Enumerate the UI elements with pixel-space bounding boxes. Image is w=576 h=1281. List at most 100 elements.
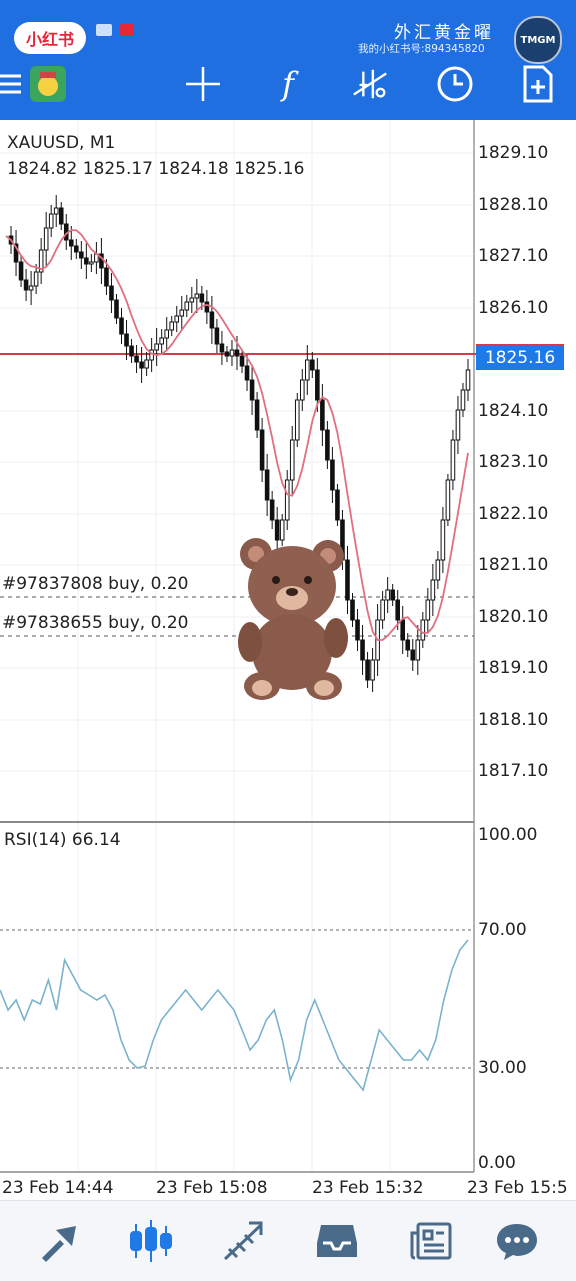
price-tick: 1827.10 <box>478 246 549 266</box>
teddy-bear-sticker <box>238 538 348 700</box>
candle-body <box>289 439 295 481</box>
chart-symbol: XAUUSD, M1 <box>7 133 116 153</box>
account-icon[interactable] <box>28 62 68 106</box>
new-order-icon[interactable] <box>518 62 558 106</box>
rsi-tick: 70.00 <box>478 920 527 940</box>
price-tick: 1818.10 <box>478 710 549 730</box>
rsi-tick: 30.00 <box>478 1058 527 1078</box>
time-tick: 23 Feb 15:5 <box>467 1178 568 1198</box>
candle-body <box>134 355 139 363</box>
chat-icon[interactable] <box>494 1218 540 1264</box>
news-icon[interactable] <box>408 1218 454 1264</box>
watermark-subtitle: 我的小红书号:894345820 <box>358 43 485 55</box>
candle-body <box>119 317 124 335</box>
price-tick: 1819.10 <box>478 658 549 678</box>
candle-body <box>460 389 466 411</box>
candle-body <box>114 299 119 319</box>
price-tick: 1821.10 <box>478 555 549 575</box>
candle-body <box>390 589 395 601</box>
candle-body <box>104 267 109 287</box>
candle-body <box>405 639 411 651</box>
candle-body <box>84 257 89 265</box>
candle-body <box>284 479 290 521</box>
candle-body <box>89 261 94 265</box>
candle-body <box>440 519 446 561</box>
price-tick: 1829.10 <box>478 143 549 163</box>
candle-body <box>330 459 335 491</box>
price-tick: 1828.10 <box>478 195 549 215</box>
candle-body <box>239 355 245 367</box>
candle-body <box>320 399 325 431</box>
price-tick: 1824.10 <box>478 401 549 421</box>
candle-body <box>209 311 215 329</box>
candle-body <box>129 345 134 357</box>
bottom-navigation <box>0 1200 576 1281</box>
trade-icon[interactable] <box>220 1218 266 1264</box>
candle-body <box>68 239 74 247</box>
chart-icon[interactable] <box>128 1218 174 1264</box>
candle-body <box>335 489 340 521</box>
candle-body <box>299 379 305 401</box>
candle-body <box>48 213 54 229</box>
candle-body <box>385 589 390 601</box>
price-tick: 1817.10 <box>478 761 549 781</box>
candle-body <box>139 361 144 369</box>
history-icon[interactable] <box>314 1218 360 1264</box>
candle-body <box>249 379 255 401</box>
candle-body <box>360 639 365 661</box>
candle-body <box>310 359 315 371</box>
candle-body <box>74 245 79 253</box>
price-tick: 1820.10 <box>478 607 549 627</box>
candle-body <box>18 261 24 281</box>
candle-body <box>234 349 240 357</box>
objects-icon[interactable] <box>350 62 390 106</box>
candle-body <box>199 293 205 303</box>
candle-body <box>144 359 149 369</box>
candle-body <box>430 579 436 601</box>
candle-body <box>435 559 441 581</box>
candle-body <box>325 429 330 461</box>
candle-body <box>445 479 451 521</box>
candle-body <box>294 399 300 441</box>
candle-body <box>219 343 225 353</box>
crosshair-icon[interactable] <box>183 62 223 106</box>
candle-body <box>315 369 320 401</box>
rsi-label: RSI(14) 66.14 <box>4 830 121 850</box>
time-tick: 23 Feb 15:32 <box>312 1178 424 1198</box>
candle-body <box>425 599 431 621</box>
candle-body <box>33 271 39 287</box>
candle-body <box>365 659 370 681</box>
candle-body <box>259 429 265 471</box>
candle-body <box>395 599 400 621</box>
xiaohongshu-badge: 小红书 <box>14 22 86 54</box>
timeframe-clock-icon[interactable] <box>435 62 475 106</box>
candle-body <box>28 285 34 291</box>
quotes-icon[interactable] <box>36 1218 82 1264</box>
candle-body <box>124 333 129 347</box>
candle-body <box>410 649 416 661</box>
candle-body <box>53 207 59 215</box>
order-line-label[interactable]: #97837808 buy, 0.20 <box>2 574 188 594</box>
candle-body <box>154 343 159 351</box>
rsi-tick: 100.00 <box>478 825 538 845</box>
candle-body <box>415 639 421 661</box>
candle-body <box>43 227 49 251</box>
status-indicators <box>96 22 140 38</box>
watermark-logo: TMGM <box>514 16 562 64</box>
watermark-title: 外汇黄金曜 <box>394 23 494 43</box>
price-tick: 1823.10 <box>478 452 549 472</box>
candle-body <box>229 349 235 357</box>
candle-body <box>264 469 270 501</box>
indicators-icon[interactable]: f <box>268 62 308 106</box>
candle-body <box>465 369 471 391</box>
order-line-label[interactable]: #97838655 buy, 0.20 <box>2 613 188 633</box>
candle-body <box>269 499 275 521</box>
candle-body <box>400 619 406 641</box>
candle-body <box>420 619 426 641</box>
candle-body <box>450 439 456 481</box>
candle-body <box>109 285 114 301</box>
chart-ohlc: 1824.82 1825.17 1824.18 1825.16 <box>7 159 305 179</box>
current-price-tag: 1825.16 <box>476 344 564 370</box>
candle-body <box>169 321 175 331</box>
candle-body <box>189 297 195 303</box>
